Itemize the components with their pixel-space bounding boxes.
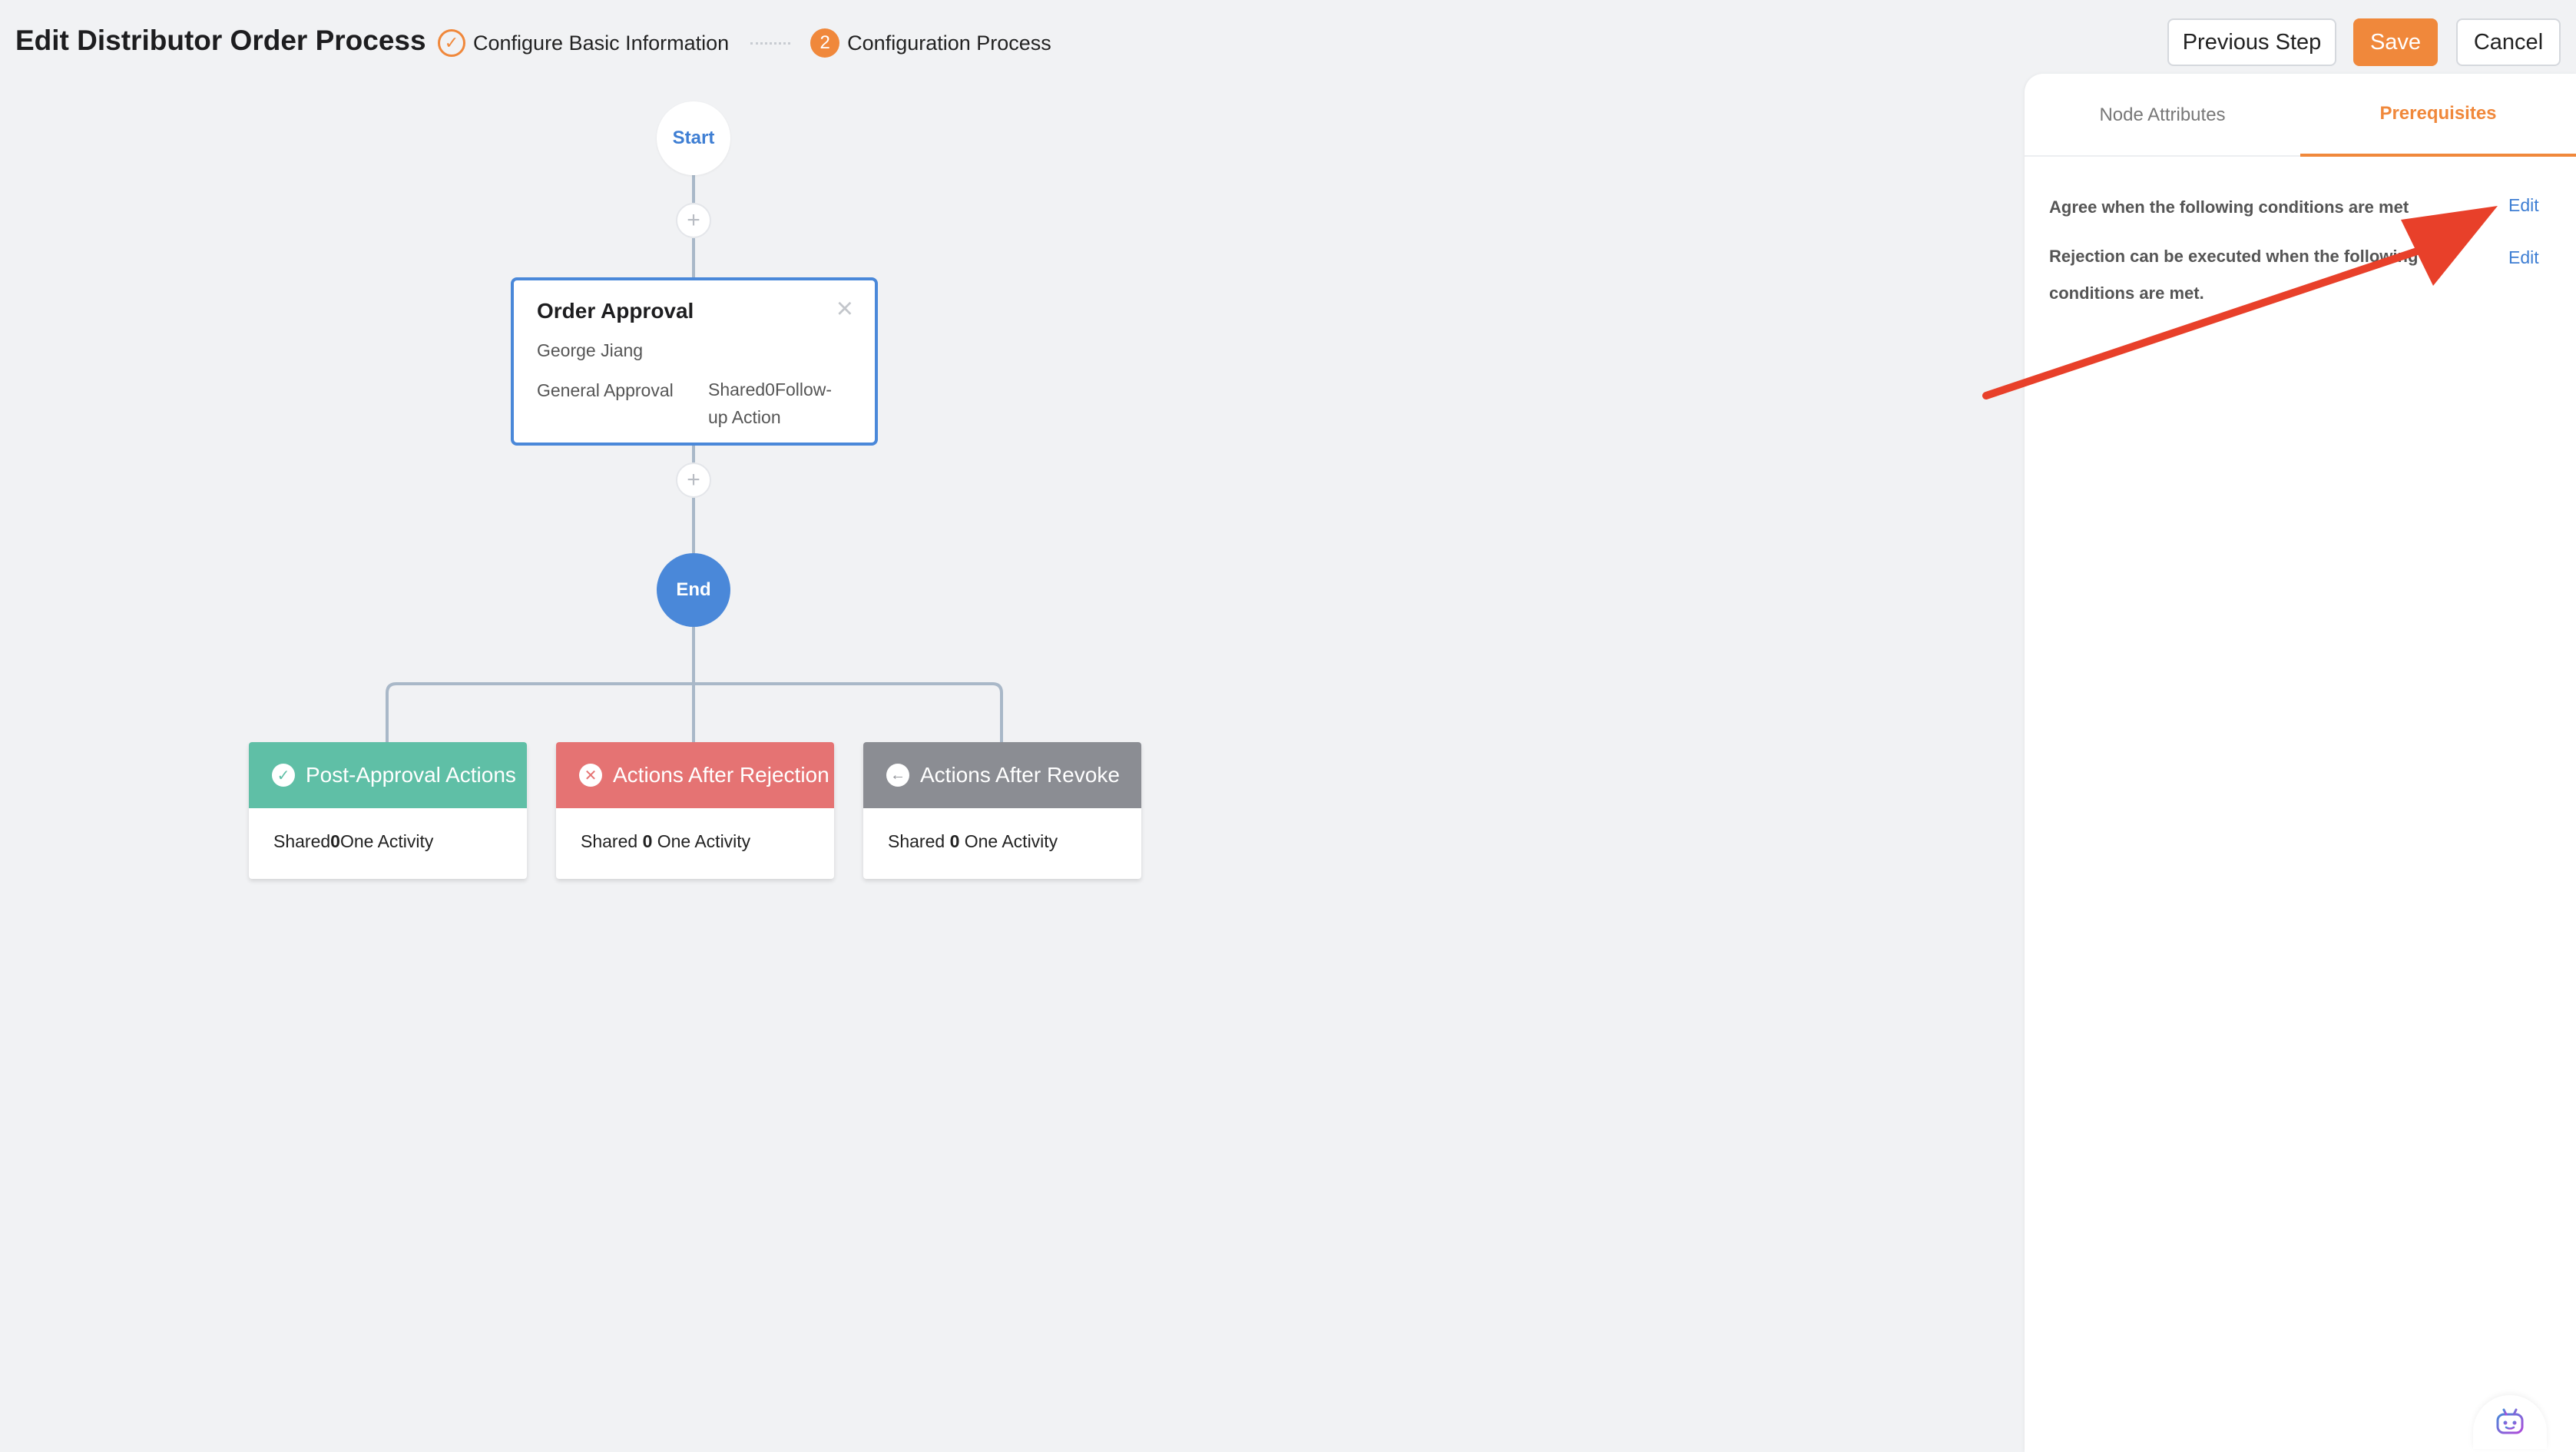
action-card-title: Post-Approval Actions [306,763,516,787]
close-icon[interactable]: × [836,294,853,323]
x-circle-icon: ✕ [579,764,602,787]
cancel-button[interactable]: Cancel [2456,18,2561,66]
step-indicator: ✓ Configure Basic Information 2 Configur… [438,28,1051,58]
action-card-body: Shared 0 One Activity [556,808,834,852]
approval-node-card[interactable]: Order Approval × George Jiang General Ap… [511,277,878,446]
followup-action-count: Shared0Follow-up Action [708,380,833,427]
step-number-badge: 2 [810,28,840,58]
step-divider [750,41,791,45]
action-body-suffix: One Activity [339,831,434,851]
action-body-suffix: One Activity [652,831,751,851]
action-card-header: ✓ Post-Approval Actions [249,742,527,808]
tab-prerequisites[interactable]: Prerequisites [2300,74,2576,157]
page-root: Edit Distributor Order Process ✓ Configu… [0,0,2576,1452]
action-count: 0 [949,831,960,851]
approver-name: George Jiang [537,340,644,360]
step-configuration-label: Configuration Process [847,31,1051,55]
actions-after-rejection-card[interactable]: ✕ Actions After Rejection Shared 0 One A… [556,742,834,879]
action-card-header: ← Actions After Revoke [863,742,1141,808]
node-settings-panel: Node Attributes Prerequisites Agree when… [2025,74,2576,1452]
post-approval-actions-card[interactable]: ✓ Post-Approval Actions Shared0One Activ… [249,742,527,879]
add-node-button[interactable]: + [676,462,711,498]
rejection-condition-label: Rejection can be executed when the follo… [2049,247,2419,303]
agree-condition-label: Agree when the following conditions are … [2049,197,2409,217]
action-body-prefix: Shared [888,831,950,851]
action-count: 0 [330,831,340,851]
edit-rejection-condition-link[interactable]: Edit [2508,247,2539,268]
action-card-header: ✕ Actions After Rejection [556,742,834,808]
start-node[interactable]: Start [657,101,730,175]
tab-node-attributes[interactable]: Node Attributes [2025,74,2300,157]
actions-after-revoke-card[interactable]: ← Actions After Revoke Shared 0 One Acti… [863,742,1141,879]
end-node[interactable]: End [657,553,730,627]
action-body-suffix: One Activity [959,831,1058,851]
approval-type: General Approval [537,380,674,400]
action-card-body: Shared0One Activity [249,808,527,852]
action-card-body: Shared 0 One Activity [863,808,1141,852]
check-circle-icon: ✓ [272,764,295,787]
previous-step-button[interactable]: Previous Step [2167,18,2336,66]
add-node-button[interactable]: + [676,203,711,238]
action-count: 0 [642,831,653,851]
action-body-prefix: Shared [581,831,643,851]
action-body-prefix: Shared [273,831,331,851]
check-icon: ✓ [438,29,465,57]
panel-tabs: Node Attributes Prerequisites [2025,74,2576,157]
action-card-title: Actions After Revoke [920,763,1120,787]
step-basic-info-label: Configure Basic Information [473,31,730,55]
approval-node-title: Order Approval [537,299,694,323]
assistant-robot-icon[interactable] [2473,1395,2547,1449]
save-button[interactable]: Save [2353,18,2438,66]
action-card-title: Actions After Rejection [613,763,829,787]
arrow-left-circle-icon: ← [886,764,909,787]
header-bar: Edit Distributor Order Process ✓ Configu… [0,0,2576,85]
edit-agree-condition-link[interactable]: Edit [2508,195,2539,216]
page-title: Edit Distributor Order Process [15,25,426,56]
